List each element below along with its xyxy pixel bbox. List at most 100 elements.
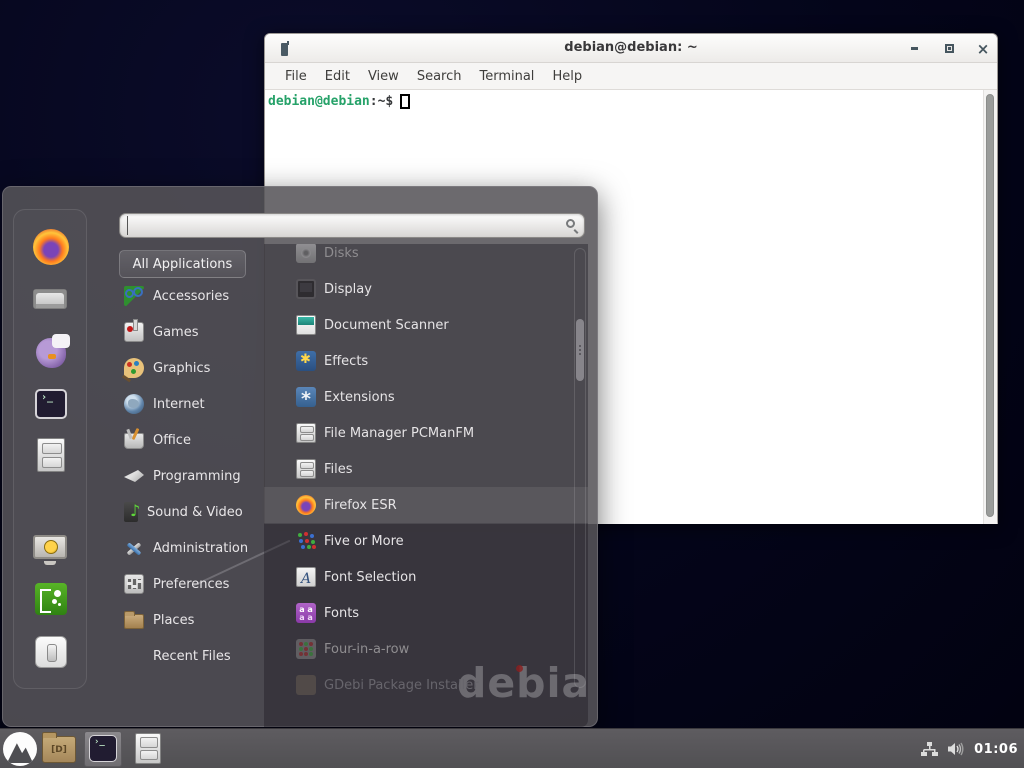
app-extensions[interactable]: Extensions xyxy=(264,379,588,415)
terminal-cursor xyxy=(400,94,410,109)
app-document-scanner[interactable]: Document Scanner xyxy=(264,307,588,343)
menu-terminal[interactable]: Terminal xyxy=(470,65,543,88)
fonts-icon xyxy=(296,603,316,623)
menu-search[interactable]: Search xyxy=(408,65,471,88)
search-box xyxy=(119,213,585,238)
app-effects[interactable]: Effects xyxy=(264,343,588,379)
log-out-button[interactable] xyxy=(33,581,69,617)
firefox-icon xyxy=(296,495,316,515)
favorite-keyboard[interactable] xyxy=(33,281,69,317)
favorite-pidgin[interactable] xyxy=(33,335,69,371)
taskbar-terminal-button[interactable]: ›_ xyxy=(84,731,122,767)
category-places[interactable]: Places xyxy=(119,602,261,638)
terminal-scrollbar-thumb[interactable] xyxy=(986,94,994,517)
prompt-user: debian@debian xyxy=(268,94,370,109)
firefox-icon xyxy=(33,229,69,265)
graphics-icon xyxy=(124,358,144,378)
accessories-icon xyxy=(124,286,144,306)
all-applications-button[interactable]: All Applications xyxy=(119,250,246,278)
category-list: Accessories Games Graphics Internet Offi… xyxy=(119,278,261,674)
terminal-menubar: File Edit View Search Terminal Help xyxy=(265,63,997,90)
app-gdebi-package-installer[interactable]: GDebi Package Installer xyxy=(264,667,588,703)
five-or-more-icon xyxy=(296,531,316,551)
file-manager-icon xyxy=(37,438,65,472)
category-internet[interactable]: Internet xyxy=(119,386,261,422)
app-display[interactable]: Display xyxy=(264,271,588,307)
favorite-file-manager[interactable] xyxy=(33,437,69,473)
app-disks[interactable]: Disks xyxy=(264,244,588,271)
category-sound-video[interactable]: Sound & Video xyxy=(119,494,261,530)
sound-video-icon xyxy=(124,502,138,522)
preferences-icon xyxy=(124,574,144,594)
lock-screen-icon xyxy=(33,535,67,559)
effects-icon xyxy=(296,351,316,371)
category-programming[interactable]: Programming xyxy=(119,458,261,494)
terminal-icon: ›_ xyxy=(89,735,117,762)
favorite-firefox[interactable] xyxy=(33,229,69,265)
document-scanner-icon xyxy=(296,315,316,335)
category-graphics[interactable]: Graphics xyxy=(119,350,261,386)
menu-view[interactable]: View xyxy=(359,65,408,88)
office-icon xyxy=(124,433,144,449)
places-icon xyxy=(124,614,144,629)
terminal-titlebar[interactable]: debian@debian: ~ × xyxy=(265,34,997,63)
menu-edit[interactable]: Edit xyxy=(316,65,359,88)
terminal-prompt: debian@debian:~$ xyxy=(265,90,997,111)
applications-menu-button[interactable] xyxy=(3,732,37,766)
menu-help[interactable]: Help xyxy=(543,65,591,88)
maximize-icon xyxy=(945,44,954,53)
menu-file[interactable]: File xyxy=(276,65,316,88)
gdebi-icon xyxy=(296,675,316,695)
prompt-symbol: :~$ xyxy=(370,94,393,109)
shut-down-button[interactable] xyxy=(33,634,69,670)
app-fonts[interactable]: Fonts xyxy=(264,595,588,631)
category-administration[interactable]: Administration xyxy=(119,530,261,566)
app-file-manager-pcmanfm[interactable]: File Manager PCManFM xyxy=(264,415,588,451)
minimize-button[interactable] xyxy=(905,41,923,56)
clock[interactable]: 01:06 xyxy=(974,742,1018,757)
extensions-icon xyxy=(296,387,316,407)
app-files[interactable]: Files xyxy=(264,451,588,487)
files-icon xyxy=(296,459,316,479)
app-five-or-more[interactable]: Five or More xyxy=(264,523,588,559)
terminal-icon: ›_ xyxy=(35,389,67,419)
app-firefox-esr[interactable]: Firefox ESR xyxy=(264,487,588,523)
font-selection-icon xyxy=(296,567,316,587)
lock-screen-button[interactable] xyxy=(33,530,69,566)
disks-icon xyxy=(296,244,316,263)
search-icon xyxy=(566,219,575,228)
terminal-window-title: debian@debian: ~ xyxy=(265,40,997,55)
taskbar-file-manager-button[interactable] xyxy=(134,733,162,765)
app-list-scrollbar[interactable] xyxy=(574,248,586,688)
application-menu: ›_ All Applications Accessories Games Gr… xyxy=(2,186,598,727)
category-preferences[interactable]: Preferences xyxy=(119,566,261,602)
network-icon[interactable] xyxy=(921,741,938,757)
log-out-icon xyxy=(35,583,67,615)
app-font-selection[interactable]: Font Selection xyxy=(264,559,588,595)
maximize-button[interactable] xyxy=(940,41,958,56)
desktop-folder-icon: [D] xyxy=(51,745,67,755)
desktop-folder-button[interactable]: [D] xyxy=(42,736,76,763)
category-office[interactable]: Office xyxy=(119,422,261,458)
internet-icon xyxy=(124,394,144,414)
category-games[interactable]: Games xyxy=(119,314,261,350)
display-icon xyxy=(296,279,316,299)
shut-down-icon xyxy=(35,636,67,668)
favorite-terminal[interactable]: ›_ xyxy=(33,386,69,422)
close-button[interactable]: × xyxy=(974,41,992,56)
four-in-a-row-icon xyxy=(296,639,316,659)
programming-icon xyxy=(124,466,144,486)
taskbar: [D] ›_ 01:06 xyxy=(0,728,1024,768)
recent-files-spacer xyxy=(124,646,144,666)
keyboard-icon xyxy=(33,289,67,309)
terminal-scrollbar[interactable] xyxy=(983,90,997,524)
pidgin-icon xyxy=(36,338,66,368)
volume-icon[interactable] xyxy=(947,741,965,757)
category-recent-files[interactable]: Recent Files xyxy=(119,638,261,674)
app-four-in-a-row[interactable]: Four-in-a-row xyxy=(264,631,588,667)
application-list: Disks Display Document Scanner Effects E… xyxy=(264,244,588,703)
category-accessories[interactable]: Accessories xyxy=(119,278,261,314)
search-input[interactable] xyxy=(127,216,557,235)
games-icon xyxy=(124,322,144,342)
app-list-scrollbar-thumb[interactable] xyxy=(576,319,584,381)
